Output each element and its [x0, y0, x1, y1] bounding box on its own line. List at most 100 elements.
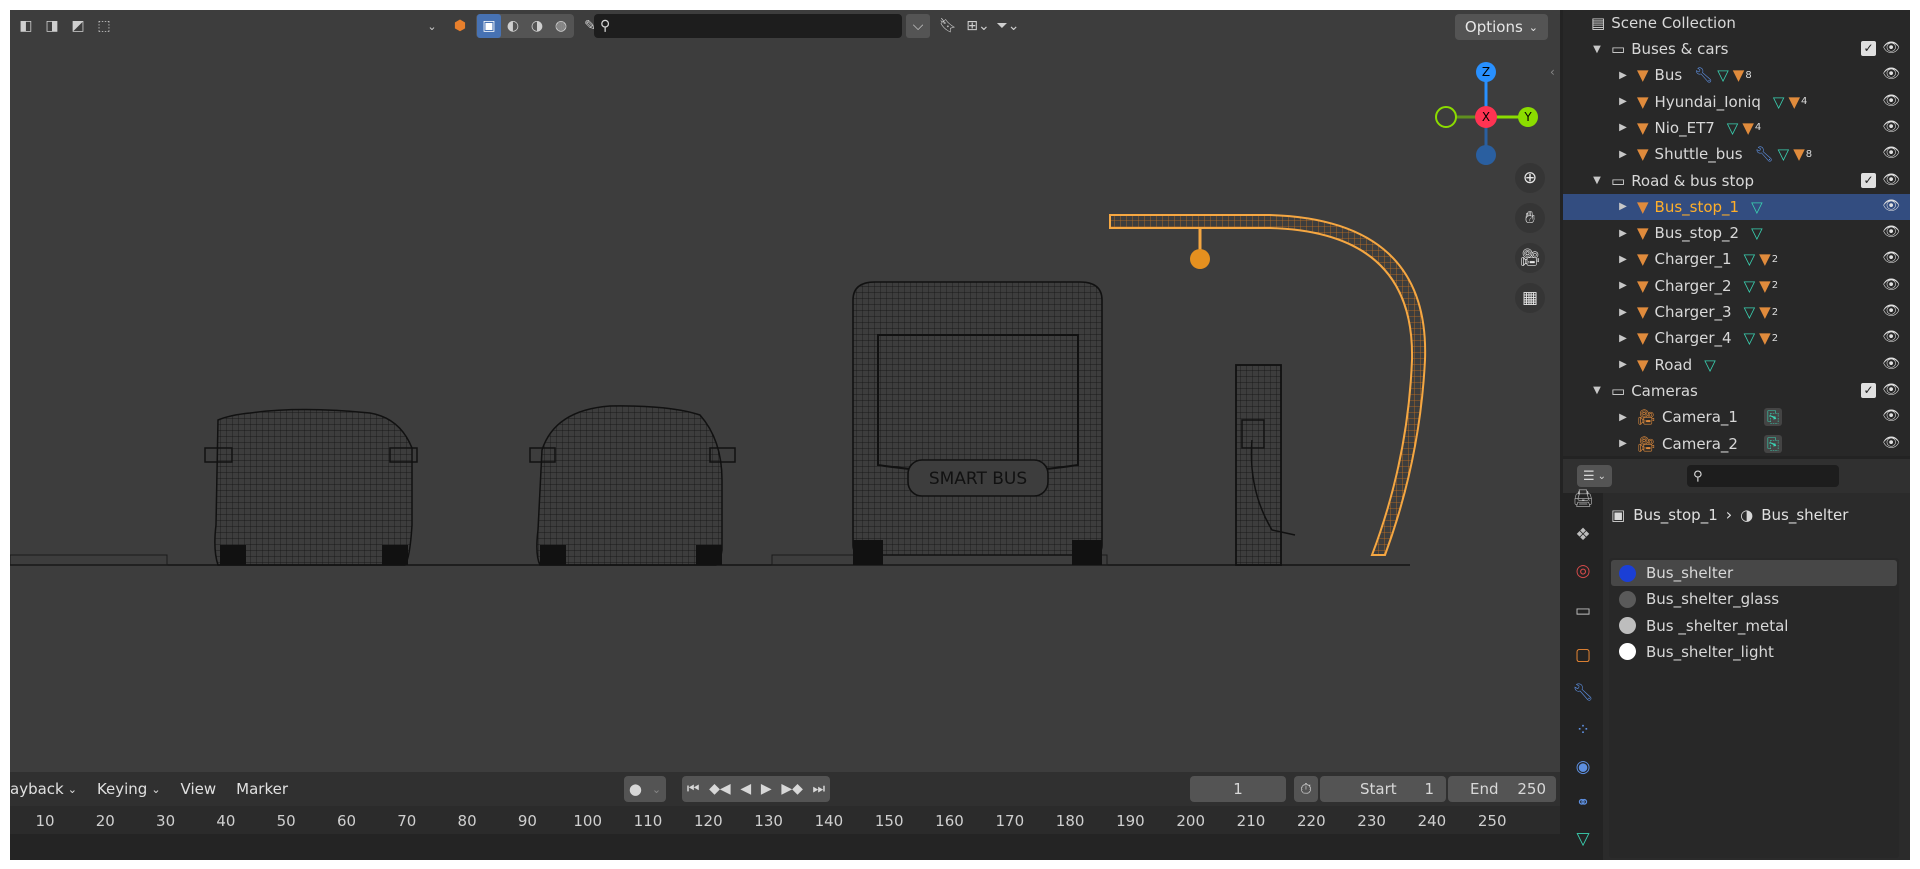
eye-icon[interactable]: 👁︎ — [1882, 40, 1900, 56]
current-frame-field[interactable]: 1 — [1190, 776, 1286, 802]
eye-icon[interactable]: 👁︎ — [1882, 119, 1900, 135]
world-tab-icon[interactable]: ▭ — [1571, 599, 1595, 623]
prev-keyframe-icon[interactable]: ◆◀ — [709, 781, 731, 797]
material-data-icon[interactable]: ▼ — [1788, 93, 1800, 111]
outliner-object-row[interactable]: ▶ 🎥︎ Camera_1 ⎘ 👁︎ — [1563, 404, 1910, 430]
keying-menu[interactable]: Keying ⌄ — [87, 780, 171, 798]
particles-tab-icon[interactable]: ⁘ — [1571, 718, 1595, 742]
scene-tab-icon[interactable]: ◎ — [1571, 559, 1595, 583]
expand-toggle-icon[interactable]: ▶ — [1617, 122, 1629, 133]
material-slot[interactable]: Bus_shelter — [1611, 560, 1897, 586]
mesh-data-icon[interactable]: ▽ — [1778, 145, 1790, 163]
bus-wireframe[interactable]: SMART BUS — [852, 281, 1103, 565]
mesh-data-icon[interactable]: ▽ — [1751, 224, 1763, 242]
outliner-object-row[interactable]: ▶ ▼ Charger_4 ▽ ▼ 2 👁︎ — [1563, 325, 1910, 351]
record-icon[interactable]: ● — [629, 780, 642, 798]
outliner-object-row[interactable]: ▶ ▼ Bus_stop_1 ▽ 👁︎ — [1563, 193, 1910, 220]
material-data-icon[interactable]: ▼ — [1759, 277, 1771, 295]
expand-toggle-icon[interactable]: ▶ — [1617, 359, 1629, 370]
mesh-data-icon[interactable]: ▽ — [1773, 93, 1785, 111]
mesh-data-icon[interactable]: ▽ — [1727, 119, 1739, 137]
modifier-icon[interactable]: 🔧︎ — [1694, 66, 1713, 84]
end-frame-field[interactable]: End 250 — [1448, 776, 1556, 802]
mesh-data-icon[interactable]: ▽ — [1744, 250, 1756, 268]
charger-wireframe[interactable] — [1235, 364, 1296, 566]
eye-icon[interactable]: 👁︎ — [1882, 145, 1900, 161]
eye-icon[interactable]: 👁︎ — [1882, 382, 1900, 398]
timeline-editor[interactable]: ayback ⌄ Keying ⌄ View Marker ● ⌄ ⏮ ◆◀ ◀ ▶… — [10, 772, 1560, 860]
collection-checkbox[interactable]: ✓ — [1861, 172, 1876, 188]
editor-type-button[interactable]: ☰ ⌄ — [1577, 465, 1613, 487]
next-keyframe-icon[interactable]: ▶◆ — [781, 781, 803, 797]
car-wireframe-1[interactable] — [204, 408, 418, 566]
collection-checkbox[interactable]: ✓ — [1861, 41, 1876, 56]
jump-start-icon[interactable]: ⏮ — [687, 781, 700, 797]
scene-collection-row[interactable]: ▤ Scene Collection — [1563, 10, 1910, 36]
eye-icon[interactable]: 👁︎ — [1882, 172, 1900, 188]
car-wireframe-2[interactable] — [529, 405, 736, 566]
keyframe-track[interactable] — [10, 834, 1560, 860]
3d-viewport[interactable]: ◧ ◨ ◩ ⬚ ⌄ ⬢ ▣ ◐ ◑ ◍ ✎ ⚲ ⌵ 🔖︎ ⊞⌄ ⏷⌄ Optio… — [10, 10, 1560, 772]
eye-icon[interactable]: 👁︎ — [1882, 198, 1900, 214]
modifier-tab-icon[interactable]: 🔧︎ — [1571, 681, 1595, 705]
view-menu[interactable]: View — [171, 780, 227, 798]
outliner-collection-row[interactable]: ▼ ▭ Road & bus stop ✓ 👁︎ — [1563, 168, 1910, 194]
stopwatch-icon[interactable]: ⏱ — [1294, 776, 1318, 802]
expand-toggle-icon[interactable]: ▶ — [1617, 307, 1629, 318]
properties-search[interactable]: ⚲ — [1687, 465, 1839, 487]
eye-icon[interactable]: 👁︎ — [1882, 303, 1900, 319]
outliner[interactable]: ▤ Scene Collection ▼ ▭ Buses & cars ✓ 👁︎ ▶ ▼ Bu… — [1563, 10, 1910, 456]
outliner-object-row[interactable]: ▶ ▼ Charger_1 ▽ ▼ 2 👁︎ — [1563, 246, 1910, 272]
output-tab-icon[interactable]: 🖨︎ — [1571, 487, 1595, 511]
properties-editor[interactable]: ☰ ⌄ ⚲ 🖨︎ ❖ ◎ ▭ ▢ 🔧︎ ⁘ ◉ ⚭ ▽ ▣ Bus_stop_1 … — [1563, 459, 1910, 860]
expand-toggle-icon[interactable]: ▶ — [1617, 254, 1629, 265]
scene-wireframe[interactable]: SMART BUS — [10, 10, 1560, 772]
data-tab-icon[interactable]: ▽ — [1571, 827, 1595, 851]
start-frame-field[interactable]: Start 1 — [1320, 776, 1446, 802]
expand-toggle-icon[interactable]: ▶ — [1617, 70, 1629, 81]
play-reverse-icon[interactable]: ◀ — [740, 781, 751, 797]
outliner-object-row[interactable]: ▶ ▼ Bus 🔧︎ ▽ ▼ 8 👁︎ — [1563, 62, 1910, 88]
eye-icon[interactable]: 👁︎ — [1882, 356, 1900, 372]
material-slot[interactable]: Bus _shelter_metal — [1611, 613, 1897, 639]
material-data-icon[interactable]: ▼ — [1733, 66, 1745, 84]
material-data-icon[interactable]: ▼ — [1759, 303, 1771, 321]
constraints-tab-icon[interactable]: ⚭ — [1571, 791, 1595, 815]
expand-toggle-icon[interactable]: ▶ — [1617, 438, 1629, 449]
mesh-data-icon[interactable]: ▽ — [1717, 66, 1729, 84]
object-tab-icon[interactable]: ▢ — [1571, 643, 1595, 667]
eye-icon[interactable]: 👁︎ — [1882, 408, 1900, 424]
outliner-object-row[interactable]: ▶ ▼ Charger_3 ▽ ▼ 2 👁︎ — [1563, 299, 1910, 325]
outliner-object-row[interactable]: ▶ 🎥︎ Camera_2 ⎘ 👁︎ — [1563, 431, 1910, 457]
physics-tab-icon[interactable]: ◉ — [1571, 755, 1595, 779]
camera-data-icon[interactable]: ⎘ — [1763, 434, 1782, 453]
outliner-object-row[interactable]: ▶ ▼ Charger_2 ▽ ▼ 2 👁︎ — [1563, 273, 1910, 299]
expand-toggle-icon[interactable]: ▶ — [1617, 228, 1629, 239]
marker-menu[interactable]: Marker — [226, 780, 298, 798]
mesh-data-icon[interactable]: ▽ — [1744, 329, 1756, 347]
eye-icon[interactable]: 👁︎ — [1882, 250, 1900, 266]
outliner-object-row[interactable]: ▶ ▼ Bus_stop_2 ▽ 👁︎ — [1563, 220, 1910, 246]
eye-icon[interactable]: 👁︎ — [1882, 66, 1900, 82]
expand-toggle-icon[interactable]: ▶ — [1617, 280, 1629, 291]
outliner-collection-row[interactable]: ▼ ▭ Cameras ✓ 👁︎ — [1563, 378, 1910, 404]
mesh-data-icon[interactable]: ▽ — [1704, 356, 1716, 374]
outliner-object-row[interactable]: ▶ ▼ Hyundai_Ioniq ▽ ▼ 4 👁︎ — [1563, 89, 1910, 115]
material-data-icon[interactable]: ▼ — [1759, 329, 1771, 347]
expand-toggle-icon[interactable]: ▶ — [1617, 149, 1629, 160]
mesh-data-icon[interactable]: ▽ — [1751, 198, 1763, 216]
jump-end-icon[interactable]: ⏭ — [813, 781, 826, 797]
material-data-icon[interactable]: ▼ — [1793, 145, 1805, 163]
expand-toggle-icon[interactable]: ▶ — [1617, 96, 1629, 107]
material-slot[interactable]: Bus_shelter_light — [1611, 639, 1897, 665]
play-icon[interactable]: ▶ — [761, 781, 772, 797]
collection-checkbox[interactable]: ✓ — [1861, 382, 1876, 398]
material-slot-list[interactable]: Bus_shelter Bus_shelter_glass Bus _shelter… — [1609, 558, 1899, 858]
eye-icon[interactable]: 👁︎ — [1882, 277, 1900, 293]
eye-icon[interactable]: 👁︎ — [1882, 93, 1900, 109]
outliner-object-row[interactable]: ▶ ▼ Shuttle_bus 🔧︎ ▽ ▼ 8 👁︎ — [1563, 141, 1910, 167]
frame-ruler[interactable]: 10 20 30 40 50 60 70 80 90 100 110 120 130 140 150 160 1… — [10, 806, 1560, 834]
camera-data-icon[interactable]: ⎘ — [1763, 408, 1782, 427]
expand-toggle-icon[interactable]: ▼ — [1591, 385, 1603, 396]
mesh-data-icon[interactable]: ▽ — [1744, 303, 1756, 321]
